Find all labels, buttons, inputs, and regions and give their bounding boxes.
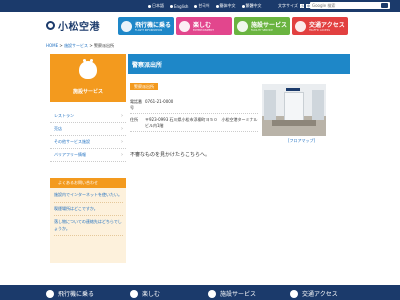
- plane-icon: [46, 289, 54, 298]
- footer-item-entertainment[interactable]: 楽しむ: [130, 289, 160, 298]
- nav-tab-label: 施設サービス: [251, 22, 288, 29]
- nav-tab-sublabel: FLIGHT INFORMATION: [135, 29, 163, 32]
- lang-label: 簡体中文: [219, 3, 236, 8]
- text-size-small-button[interactable]: 小: [300, 4, 305, 8]
- footer-item-flights[interactable]: 飛行機に乗る: [46, 289, 94, 298]
- faq-item[interactable]: 喫煙場所はどこですか。: [54, 206, 123, 216]
- faq-item[interactable]: 落し物についての連絡先はどちらでしょうか。: [54, 219, 123, 236]
- lang-label: 한국어: [198, 3, 210, 8]
- faq-heading: よくあるお問い合わせ: [50, 178, 126, 188]
- smile-icon: [179, 20, 190, 32]
- info-value: 0761-21-0000: [145, 99, 174, 104]
- bus-icon: [290, 289, 298, 298]
- breadcrumb-separator: >: [89, 43, 93, 48]
- nav-tab-entertainment[interactable]: 楽しむ ENTERTAINMENT: [176, 17, 232, 35]
- footer-item-label: 施設サービス: [220, 291, 257, 298]
- language-links: 日本語 English 한국어 簡体中文 繁體中文: [148, 3, 262, 9]
- breadcrumb-section[interactable]: 施設サービス: [64, 43, 88, 48]
- search-input[interactable]: [312, 2, 378, 9]
- text-size-label: 文字サイズ: [278, 3, 298, 8]
- footer-nav: 飛行機に乗る 楽しむ 施設サービス 交通アクセス: [0, 285, 400, 300]
- site-search: [310, 2, 390, 9]
- nav-tab-flights[interactable]: 飛行機に乗る FLIGHT INFORMATION: [118, 17, 174, 35]
- sidebar-menu: レストラン 売店 その他サービス施設 バリアフリー情報: [50, 110, 126, 162]
- sidebar-item-barrier-free[interactable]: バリアフリー情報: [50, 149, 126, 162]
- smile-icon: [130, 289, 138, 298]
- footer-item-label: 交通アクセス: [302, 291, 338, 298]
- info-row-address: 住所 〒923-0993 石川県小松市浮柳町ヨ５０ 小松空港ターミナルビル内1階: [130, 114, 258, 132]
- bullet-icon: [194, 4, 198, 8]
- lang-label: 日本語: [152, 3, 164, 8]
- logo-mark-icon: [46, 21, 55, 30]
- search-button[interactable]: [381, 3, 388, 8]
- page-title: 警察派出所: [128, 54, 350, 74]
- info-key: 住所: [130, 117, 138, 122]
- nav-tab-sublabel: TRAFFIC ACCESS: [309, 29, 330, 32]
- sidebar-item-restaurant[interactable]: レストラン: [50, 110, 126, 123]
- nav-tab-label: 飛行機に乗る: [135, 22, 172, 29]
- bullet-icon: [170, 4, 173, 8]
- language-bar: 日本語 English 한국어 簡体中文 繁體中文 文字サイズ 小 中 大: [0, 0, 400, 12]
- breadcrumb-separator: >: [59, 43, 63, 48]
- facility-icon: [237, 20, 248, 32]
- nav-tab-sublabel: FACILITY SERVICE: [251, 29, 273, 32]
- purse-icon: [79, 59, 97, 79]
- bus-icon: [295, 20, 306, 32]
- info-row-phone: 電話番号 0761-21-0000: [130, 96, 258, 114]
- breadcrumb-current: 警察派出所: [93, 43, 114, 48]
- sidebar-item-other-services[interactable]: その他サービス施設: [50, 136, 126, 149]
- breadcrumb-home[interactable]: HOME: [46, 43, 58, 48]
- site-logo[interactable]: 小松空港: [46, 18, 100, 33]
- info-value: 〒923-0993 石川県小松市浮柳町ヨ５０ 小松空港ターミナルビル内1階: [145, 117, 258, 128]
- sidebar-hero-title: 施設サービス: [72, 89, 103, 95]
- faq-item[interactable]: 施設内でインターネットを使いたい。: [54, 192, 123, 203]
- nav-tab-label: 楽しむ: [193, 22, 212, 29]
- footer-item-facilities[interactable]: 施設サービス: [208, 289, 256, 298]
- lang-label: English: [174, 3, 189, 9]
- lang-japanese[interactable]: 日本語: [148, 3, 164, 9]
- breadcrumb: HOME > 施設サービス > 警察派出所: [46, 43, 114, 49]
- nav-tab-label: 交通アクセス: [309, 22, 345, 29]
- notice-text: 不審なものを見かけたらこちらへ。: [130, 152, 211, 158]
- sidebar-hero: 施設サービス: [50, 54, 126, 102]
- police-box-photo: [262, 84, 326, 136]
- bullet-icon: [241, 4, 245, 8]
- lang-traditional-chinese[interactable]: 繁體中文: [241, 3, 262, 9]
- lang-korean[interactable]: 한국어: [194, 3, 210, 9]
- nav-tab-access[interactable]: 交通アクセス TRAFFIC ACCESS: [292, 17, 348, 35]
- footer-item-label: 飛行機に乗る: [58, 291, 95, 298]
- facility-badge: 警察派出所: [130, 83, 158, 90]
- facility-icon: [208, 289, 216, 298]
- nav-tab-sublabel: ENTERTAINMENT: [193, 29, 214, 32]
- bullet-icon: [148, 4, 151, 8]
- nav-tab-facilities[interactable]: 施設サービス FACILITY SERVICE: [234, 17, 290, 35]
- floor-map-link[interactable]: [フロアマップ]: [288, 138, 315, 144]
- global-nav: 飛行機に乗る FLIGHT INFORMATION 楽しむ ENTERTAINMEN…: [118, 17, 348, 35]
- bullet-icon: [215, 4, 219, 8]
- info-key: 電話番号: [130, 99, 142, 110]
- lang-english[interactable]: English: [170, 3, 188, 9]
- plane-icon: [121, 20, 132, 32]
- footer-item-access[interactable]: 交通アクセス: [290, 289, 338, 298]
- sidebar-item-shop[interactable]: 売店: [50, 123, 126, 136]
- facility-info-table: 電話番号 0761-21-0000 住所 〒923-0993 石川県小松市浮柳町…: [130, 96, 258, 132]
- site-name: 小松空港: [58, 22, 100, 33]
- lang-simplified-chinese[interactable]: 簡体中文: [215, 3, 236, 9]
- lang-label: 繁體中文: [245, 3, 262, 8]
- faq-list: 施設内でインターネットを使いたい。 喫煙場所はどこですか。 落し物についての連絡…: [50, 188, 126, 263]
- footer-item-label: 楽しむ: [142, 291, 161, 298]
